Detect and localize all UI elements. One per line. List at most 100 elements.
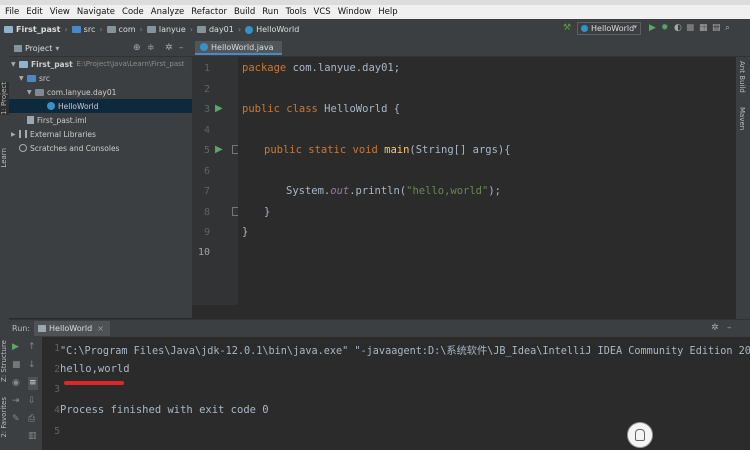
collapsed-icon[interactable]: ▶	[11, 131, 19, 138]
collapse-all-icon[interactable]: ≑	[147, 43, 155, 53]
run-icon[interactable]: ▶	[649, 24, 656, 33]
console-output[interactable]: 1 2 3 4 5 "C:\Program Files\Java\jdk-12.…	[42, 337, 750, 450]
project-view-icon	[14, 44, 22, 52]
breadcrumb-project[interactable]: First_past ›	[4, 25, 68, 34]
code-line-3: public class HelloWorld {	[242, 103, 401, 115]
gear-icon[interactable]: ✲	[711, 323, 719, 333]
menu-help[interactable]: Help	[378, 7, 397, 17]
run-gutter-icon[interactable]: ▶	[215, 103, 223, 114]
menu-analyze[interactable]: Analyze	[151, 7, 185, 17]
right-tool-strip: Ant Build Maven	[736, 57, 750, 319]
folder-icon	[196, 26, 206, 33]
trash-icon[interactable]: ▥	[28, 432, 37, 441]
line-number: 6	[203, 166, 210, 177]
locate-icon[interactable]: ⊕	[133, 43, 141, 53]
folder-icon	[71, 26, 81, 33]
menu-refactor[interactable]: Refactor	[191, 7, 227, 17]
tool-window-project[interactable]: 1: Project	[0, 82, 9, 115]
project-view-select[interactable]: Project	[25, 44, 52, 53]
tree-item-iml[interactable]: First_past.iml	[9, 113, 210, 127]
run-configuration-select[interactable]: HelloWorld ▾	[577, 22, 641, 35]
expanded-icon[interactable]: ▼	[27, 89, 35, 96]
search-everywhere-icon[interactable]: ⌕	[725, 24, 730, 33]
tool-window-learn[interactable]: Learn	[0, 148, 9, 168]
stop-icon[interactable]: ■	[12, 361, 21, 370]
build-hammer-icon[interactable]: ⚒	[563, 24, 571, 33]
class-icon	[47, 102, 55, 110]
breadcrumb-day01[interactable]: day01 ›	[196, 25, 241, 34]
left-tool-strip: 1: Project Learn Z: Structure 2: Favorit…	[0, 40, 9, 450]
debug-icon[interactable]: ✹	[661, 24, 669, 33]
project-structure-icon[interactable]: ▦	[699, 24, 708, 33]
line-number: 2	[203, 84, 210, 95]
run-toolbar: ▶ ↑ ■ ↓ ◉ ≡ ⇥ ⇩ ✎ ⎙ ▥	[9, 337, 43, 450]
tree-item-external-libraries[interactable]: ▶ External Libraries	[9, 127, 194, 141]
run-tab-helloworld[interactable]: HelloWorld ×	[34, 321, 110, 336]
code-editor[interactable]: package com.lanyue.day01; public class H…	[238, 57, 736, 305]
stop-icon[interactable]: ■	[686, 24, 695, 33]
gear-icon[interactable]: ✲	[165, 43, 173, 53]
scroll-to-end-icon[interactable]: ⇩	[28, 397, 36, 406]
menu-file[interactable]: File	[5, 7, 19, 17]
tree-item-src[interactable]: ▼ src	[9, 71, 202, 85]
tool-window-favorites[interactable]: 2: Favorites	[0, 397, 9, 438]
line-number: 9	[203, 227, 210, 238]
tree-item-scratches[interactable]: Scratches and Consoles	[9, 141, 202, 155]
class-icon	[581, 25, 588, 32]
console-exit-line: Process finished with exit code 0	[60, 404, 269, 416]
run-panel-label: Run:	[12, 324, 31, 333]
close-icon[interactable]: ×	[97, 324, 104, 333]
breadcrumb-com[interactable]: com ›	[106, 25, 143, 34]
tool-window-maven[interactable]: Maven	[738, 107, 746, 130]
menu-edit[interactable]: Edit	[26, 7, 42, 17]
hide-icon[interactable]: –	[179, 43, 184, 53]
console-line-number: 1	[54, 343, 60, 354]
editor-bottom-area	[192, 305, 736, 319]
menu-navigate[interactable]: Navigate	[77, 7, 115, 17]
expanded-icon[interactable]: ▼	[19, 75, 27, 82]
menu-view[interactable]: View	[50, 7, 70, 17]
tree-item-package[interactable]: ▼ com.lanyue.day01	[9, 85, 210, 99]
tool-window-structure[interactable]: Z: Structure	[0, 340, 9, 382]
code-line-9: }	[242, 226, 249, 238]
menu-bar: File Edit View Navigate Code Analyze Ref…	[0, 5, 750, 19]
code-line-7: System.out.println("hello,world");	[286, 185, 501, 197]
tool-window-ant-build[interactable]: Ant Build	[738, 61, 746, 93]
run-gutter-icon[interactable]: ▶	[215, 144, 223, 155]
expanded-icon[interactable]: ▼	[11, 61, 19, 68]
folder-icon	[106, 26, 116, 33]
chevron-down-icon: ▾	[633, 23, 637, 31]
soft-wrap-icon[interactable]: ≡	[28, 377, 38, 390]
menu-run[interactable]: Run	[262, 7, 278, 17]
rerun-icon[interactable]: ▶	[12, 343, 19, 352]
console-line-number: 2	[54, 364, 60, 375]
menu-build[interactable]: Build	[234, 7, 255, 17]
print-icon[interactable]: ⎙	[28, 415, 35, 424]
breadcrumb-helloworld[interactable]: HelloWorld	[245, 25, 299, 34]
breadcrumb-src[interactable]: src ›	[71, 25, 103, 34]
chevron-down-icon[interactable]: ▾	[55, 44, 59, 53]
hide-icon[interactable]: –	[727, 323, 732, 333]
scroll-down-icon[interactable]: ↓	[28, 361, 36, 370]
camera-icon[interactable]: ◉	[12, 379, 20, 388]
code-line-1: package com.lanyue.day01;	[242, 62, 401, 74]
line-number: 10	[197, 247, 210, 258]
source-folder-icon	[27, 74, 36, 82]
menu-code[interactable]: Code	[122, 7, 144, 17]
scroll-up-icon[interactable]: ↑	[28, 343, 36, 352]
tree-item-first-past[interactable]: ▼ First_past E:\Project\Java\Learn\First…	[9, 57, 194, 71]
console-line-number: 5	[54, 426, 60, 437]
menu-vcs[interactable]: VCS	[314, 7, 331, 17]
exit-icon[interactable]: ⇥	[12, 397, 20, 406]
coverage-icon[interactable]: ◐	[674, 24, 682, 33]
breadcrumb-lanyue[interactable]: lanyue ›	[146, 25, 193, 34]
pin-icon[interactable]: ✎	[12, 415, 20, 424]
class-icon	[200, 43, 208, 51]
navigation-bar: First_past › src › com › lanyue › day01 › Hel…	[0, 19, 750, 41]
menu-tools[interactable]: Tools	[286, 7, 307, 17]
sdk-icon[interactable]: ▤	[712, 24, 721, 33]
iml-file-icon	[27, 116, 34, 124]
menu-window[interactable]: Window	[338, 7, 372, 17]
editor-tab-helloworld[interactable]: HelloWorld.java	[195, 41, 282, 55]
red-underline-annotation	[64, 381, 124, 385]
